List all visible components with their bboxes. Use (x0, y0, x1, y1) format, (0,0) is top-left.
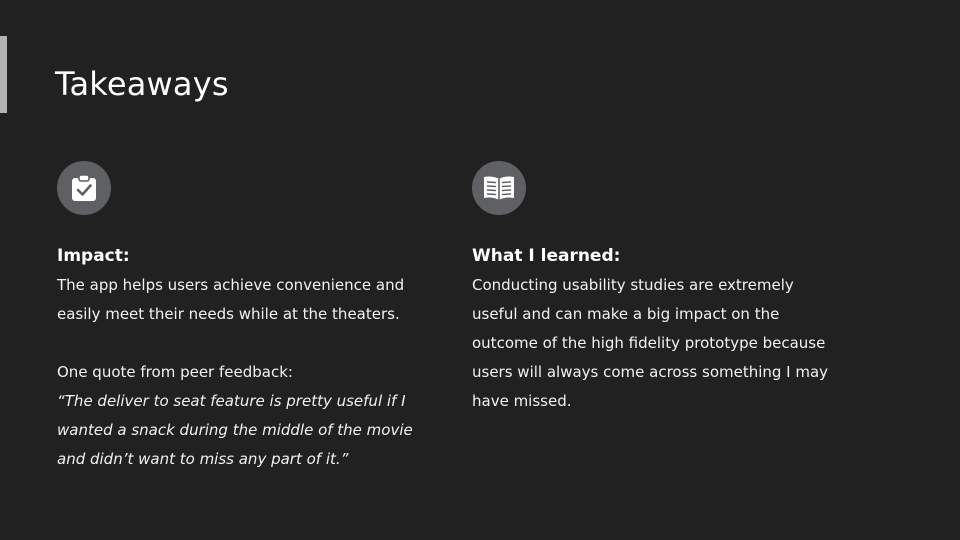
peer-quote: “The deliver to seat feature is pretty u… (57, 387, 427, 474)
impact-heading: Impact: (57, 246, 130, 266)
learned-body-line: useful and can make a big impact on the (472, 305, 780, 323)
impact-body-line: easily meet their needs while at the the… (57, 305, 400, 323)
title-accent-bar (0, 36, 7, 113)
quote-line: “The deliver to seat feature is pretty u… (57, 392, 406, 410)
learned-body-line: Conducting usability studies are extreme… (472, 276, 794, 294)
open-book-icon (472, 161, 526, 215)
quote-line: and didn’t want to miss any part of it.” (57, 450, 349, 468)
learned-section: What I learned: Conducting usability stu… (472, 161, 842, 416)
slide-title: Takeaways (55, 65, 229, 103)
impact-body: The app helps users achieve convenience … (57, 271, 427, 387)
impact-section: Impact: The app helps users achieve conv… (57, 161, 427, 474)
learned-body-line: have missed. (472, 392, 572, 410)
clipboard-check-icon (57, 161, 111, 215)
learned-heading: What I learned: (472, 246, 621, 266)
quote-intro: One quote from peer feedback: (57, 363, 293, 381)
learned-body-line: users will always come across something … (472, 363, 829, 381)
learned-body-line: outcome of the high fidelity prototype b… (472, 334, 826, 352)
impact-body-line: The app helps users achieve convenience … (57, 276, 405, 294)
learned-body: Conducting usability studies are extreme… (472, 271, 842, 416)
quote-line: wanted a snack during the middle of the … (57, 421, 413, 439)
